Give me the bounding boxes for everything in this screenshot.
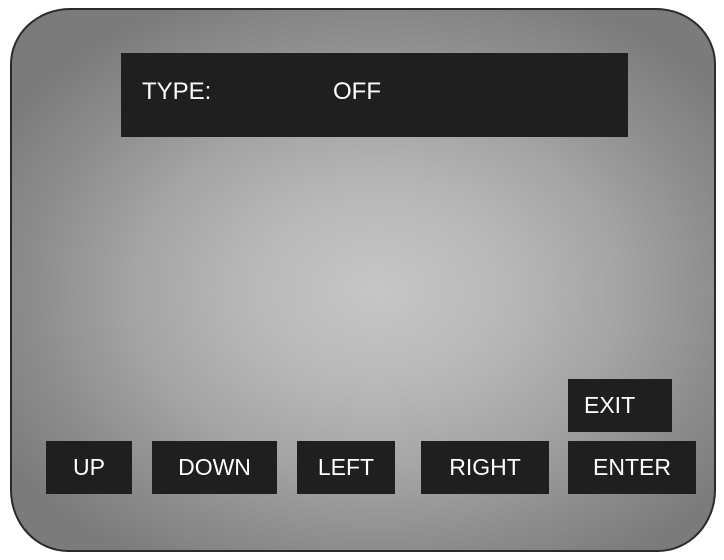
enter-button[interactable]: ENTER	[568, 441, 696, 494]
left-button[interactable]: LEFT	[297, 441, 395, 494]
type-label: TYPE:	[142, 78, 212, 105]
right-button[interactable]: RIGHT	[421, 441, 549, 494]
exit-button-label: EXIT	[584, 392, 636, 418]
monitor-screen: TYPE: OFF EXIT UP DOWN LEFT RIGHT ENTER	[10, 8, 716, 552]
type-value: OFF	[333, 78, 381, 105]
up-button[interactable]: UP	[46, 441, 132, 494]
exit-button[interactable]: EXIT	[568, 379, 672, 432]
type-display-panel: TYPE: OFF	[121, 53, 628, 137]
down-button[interactable]: DOWN	[152, 441, 277, 494]
